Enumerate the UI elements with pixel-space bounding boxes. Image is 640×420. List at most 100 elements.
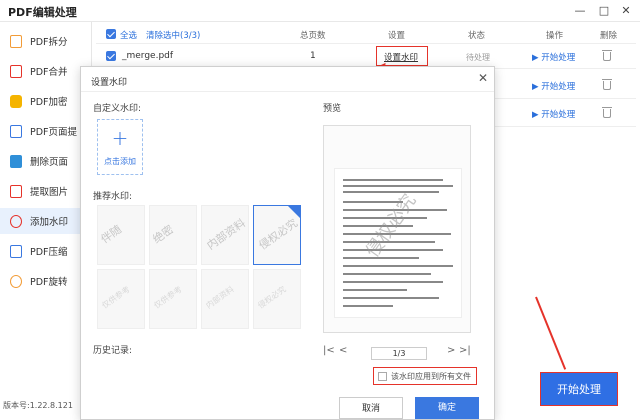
sidebar-item-label: PDF拆分 [30,37,68,48]
watermark-text: 仅供参考 [100,284,132,311]
start-process-label: 开始处理 [541,110,576,120]
close-window-button[interactable]: ✕ [618,3,634,19]
watermark-option[interactable]: 内部资料 [201,205,249,265]
dialog-close-icon[interactable]: ✕ [478,71,488,85]
watermark-icon [10,214,22,228]
maximize-button[interactable]: □ [596,3,612,19]
status-text: 待处理 [466,53,490,62]
rotate-icon [10,274,22,288]
start-process-button[interactable]: 开始处理 [540,372,618,406]
cancel-button[interactable]: 取消 [339,397,403,419]
delete-page-icon [10,154,22,168]
watermark-text: 侵权必究 [256,284,288,311]
apply-all-checkbox[interactable] [378,371,387,381]
sidebar-item-delete-page[interactable]: 删除页面 [0,148,92,174]
sidebar-item-label: PDF压缩 [30,247,68,258]
sidebar-item-encrypt[interactable]: PDF加密 [0,88,92,114]
apply-all-option[interactable]: 该水印应用到所有文件 [373,367,477,385]
select-all-link[interactable]: 全选 [120,29,137,41]
sidebar-item-split[interactable]: PDF拆分 [0,28,92,54]
sidebar-item-label: PDF合并 [30,67,68,78]
watermark-option-selected[interactable]: 侵权必究 [253,205,301,265]
image-icon [10,184,22,198]
page-number-input[interactable]: 1/3 [371,347,427,360]
add-watermark-label: 点击添加 [104,157,136,166]
watermark-text: 绝密 [150,222,177,247]
clear-selected-link[interactable]: 清除选中(3/3) [146,29,200,41]
start-process-link[interactable]: ▶ 开始处理 [532,80,575,92]
watermark-dialog: 设置水印 ✕ 自定义水印: + 点击添加 推荐水印: 伴随 绝密 内部资料 侵权… [80,66,495,420]
sidebar-item-extract-page[interactable]: PDF页面提 [0,118,92,144]
last-page-button[interactable]: >| [459,345,471,356]
dialog-title: 设置水印 [91,78,128,88]
split-icon [10,34,22,48]
minimize-button[interactable]: — [572,3,588,19]
preview-area: 侵权必究 [323,125,471,333]
table-row: ▶ 开始处理 [496,104,636,124]
sidebar-item-label: 删除页面 [30,157,69,168]
sidebar-item-compress[interactable]: PDF压缩 [0,238,92,264]
sidebar-item-rotate[interactable]: PDF旋转 [0,268,92,294]
trash-icon[interactable] [602,79,612,90]
add-watermark-button[interactable]: + 点击添加 [97,119,143,175]
recommended-watermark-label: 推荐水印: [93,192,133,202]
pages-header: 总页数 [300,31,326,41]
row-checkbox[interactable] [106,51,116,61]
watermark-option[interactable]: 仅供参考 [97,269,145,329]
extract-page-icon [10,124,22,138]
lock-icon [10,94,22,108]
plus-icon: + [111,126,129,150]
status-header: 状态 [468,31,486,41]
trash-icon[interactable] [602,107,612,118]
start-process-link[interactable]: ▶ 开始处理 [532,108,575,120]
title-bar: PDF编辑处理 — □ ✕ [0,0,640,22]
sidebar-item-watermark[interactable]: 添加水印 [0,208,92,234]
compress-icon [10,244,22,258]
watermark-option[interactable]: 内部资料 [201,269,249,329]
history-label: 历史记录: [93,346,133,356]
merge-icon [10,64,22,78]
watermark-text: 伴随 [98,222,125,247]
sidebar-item-extract-image[interactable]: 提取图片 [0,178,92,204]
watermark-option[interactable]: 伴随 [97,205,145,265]
sidebar-item-label: PDF旋转 [30,277,68,288]
watermark-text: 侵权必究 [256,216,301,253]
sidebar-item-label: 添加水印 [30,217,69,228]
first-page-button[interactable]: |< [323,345,335,356]
divider [81,91,494,92]
select-all-checkbox[interactable] [106,29,116,39]
watermark-text: 内部资料 [204,216,249,253]
list-header: 全选 清除选中(3/3) 总页数 设置 状态 操作 删除 [96,26,636,42]
custom-watermark-label: 自定义水印: [93,104,142,114]
watermark-text: 内部资料 [204,284,236,311]
confirm-button[interactable]: 确定 [415,397,479,419]
delete-header: 删除 [600,31,618,41]
watermark-text: 仅供参考 [152,284,184,311]
watermark-option[interactable]: 仅供参考 [149,269,197,329]
pager: |< < 1/3 > >| [323,345,471,361]
watermark-option[interactable]: 侵权必究 [253,269,301,329]
table-row: ▶ 开始处理 [496,76,636,96]
action-header: 操作 [546,31,564,41]
sidebar-item-label: PDF页面提 [30,127,78,138]
preview-label: 预览 [323,104,342,114]
page-count: 1 [310,51,316,61]
file-name: _merge.pdf [122,51,174,61]
watermark-option[interactable]: 绝密 [149,205,197,265]
settings-header: 设置 [388,31,406,41]
annotation-arrow [535,296,567,370]
sidebar-item-merge[interactable]: PDF合并 [0,58,92,84]
sidebar-item-label: 提取图片 [30,187,69,198]
trash-icon[interactable] [602,50,612,61]
next-page-button[interactable]: > [447,345,455,356]
version-label: 版本号:1.22.8.121 [3,401,73,410]
sidebar: PDF拆分 PDF合并 PDF加密 PDF页面提 删除页面 提取图片 添加水印 … [0,22,92,420]
prev-page-button[interactable]: < [339,345,347,356]
start-process-label: 开始处理 [541,82,576,92]
sidebar-item-label: PDF加密 [30,97,68,108]
app-title: PDF编辑处理 [8,6,77,19]
start-process-label: 开始处理 [541,53,576,63]
table-row: _merge.pdf 1 设置水印 待处理 ▶ 开始处理 [96,44,636,68]
apply-all-label: 该水印应用到所有文件 [391,371,471,381]
start-process-link[interactable]: ▶ 开始处理 [532,51,575,63]
